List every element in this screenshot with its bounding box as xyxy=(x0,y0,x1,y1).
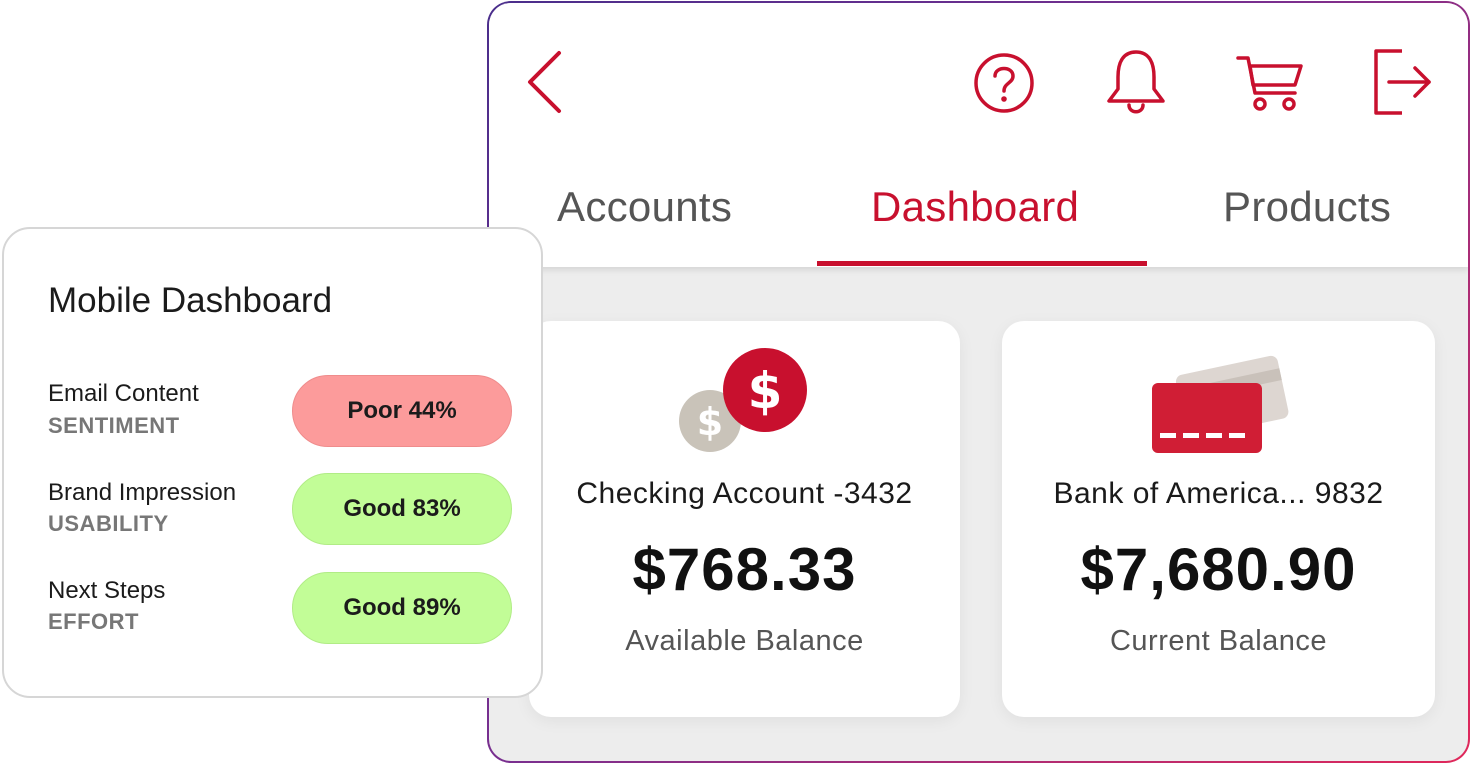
stage: Accounts Dashboard Products $ $ Checking… xyxy=(0,0,1473,766)
balance-caption: Current Balance xyxy=(1109,625,1328,657)
back-chevron-icon[interactable] xyxy=(525,49,565,115)
tab-dashboard[interactable]: Dashboard xyxy=(871,183,1079,231)
app-frame: Accounts Dashboard Products $ $ Checking… xyxy=(487,1,1470,763)
balance-caption: Available Balance xyxy=(625,625,864,657)
score-panel: Mobile Dashboard Email Content SENTIMENT… xyxy=(2,227,543,698)
svg-text:$: $ xyxy=(748,362,783,420)
help-icon[interactable] xyxy=(972,51,1036,115)
panel-title: Mobile Dashboard xyxy=(48,281,333,320)
bell-icon[interactable] xyxy=(1105,47,1167,117)
svg-text:$: $ xyxy=(697,400,723,444)
tab-products[interactable]: Products xyxy=(1223,183,1391,231)
app-header: Accounts Dashboard Products xyxy=(489,3,1468,267)
active-tab-indicator xyxy=(817,261,1147,266)
metric-label-next-steps: Next Steps xyxy=(48,577,166,604)
account-card-checking[interactable]: $ $ Checking Account -3432 $768.33 Avail… xyxy=(529,321,960,717)
metric-sublabel-sentiment: SENTIMENT xyxy=(48,413,180,438)
tab-accounts[interactable]: Accounts xyxy=(557,183,732,231)
account-name: Checking Account -3432 xyxy=(576,477,913,510)
metric-label-email-content: Email Content xyxy=(48,380,199,407)
dollar-coins-icon: $ $ xyxy=(679,348,807,452)
cart-icon[interactable] xyxy=(1235,53,1305,113)
metric-label-brand-impression: Brand Impression xyxy=(48,479,237,506)
rating-badge-good: Good 89% xyxy=(292,572,512,644)
account-balance: $768.33 xyxy=(632,536,857,603)
metric-sublabel-effort: EFFORT xyxy=(48,609,139,634)
account-name: Bank of America... 9832 xyxy=(1053,477,1384,510)
account-balance: $7,680.90 xyxy=(1080,536,1357,603)
app-screen: Accounts Dashboard Products $ $ Checking… xyxy=(489,3,1468,761)
rating-badge-good: Good 83% xyxy=(292,473,512,545)
credit-card-icon xyxy=(1152,355,1289,453)
account-card-credit[interactable]: Bank of America... 9832 $7,680.90 Curren… xyxy=(1002,321,1435,717)
metric-sublabel-usability: USABILITY xyxy=(48,511,169,536)
logout-icon[interactable] xyxy=(1372,47,1434,117)
rating-badge-poor: Poor 44% xyxy=(292,375,512,447)
